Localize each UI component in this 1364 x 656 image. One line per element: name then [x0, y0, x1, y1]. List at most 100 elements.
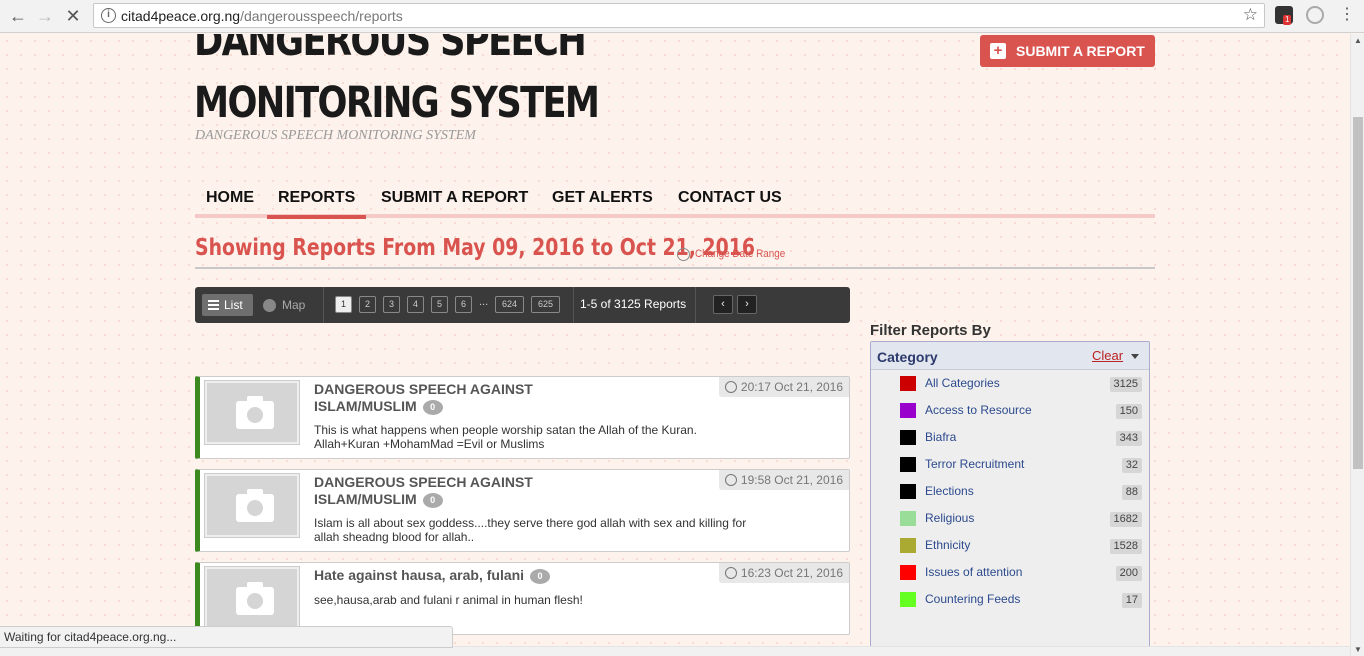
category-count: 200	[1115, 566, 1142, 581]
nav-reports[interactable]: REPORTS	[267, 188, 367, 219]
date-range-heading: Showing Reports From May 09, 2016 to Oct…	[195, 235, 755, 261]
map-view-button[interactable]: Map	[261, 294, 305, 316]
report-title[interactable]: DANGEROUS SPEECH AGAINST ISLAM/MUSLIM 0	[314, 381, 544, 415]
page-link-6[interactable]: 6	[455, 296, 472, 313]
nav-submit-report[interactable]: SUBMIT A REPORT	[381, 188, 528, 218]
category-count: 1528	[1109, 539, 1142, 554]
category-item[interactable]: Access to Resource 150	[900, 401, 1145, 421]
clear-filter-link[interactable]: Clear	[1092, 348, 1123, 363]
category-swatch	[900, 484, 916, 499]
address-url[interactable]: citad4peace.org.ng/dangerousspeech/repor…	[121, 8, 403, 24]
report-description: This is what happens when people worship…	[314, 423, 697, 451]
plus-icon: +	[990, 43, 1006, 59]
report-description: see,hausa,arab and fulani r animal in hu…	[314, 593, 583, 607]
category-item[interactable]: Religious 1682	[900, 509, 1145, 529]
menu-icon[interactable]: ⋮	[1338, 6, 1356, 24]
browser-toolbar: ← → ✕ i citad4peace.org.ng/dangerousspee…	[0, 0, 1364, 33]
category-name: Religious	[925, 511, 975, 525]
reports-toolbar: List Map 1 2 3 4 5 6 ... 624 625 1-5 of …	[195, 287, 850, 323]
camera-icon	[236, 396, 274, 429]
back-arrow-icon[interactable]: ←	[6, 5, 30, 27]
page-link-5[interactable]: 5	[431, 296, 448, 313]
category-name: Issues of attention	[925, 565, 1023, 579]
comment-bubble-icon: 0	[530, 568, 551, 584]
report-thumbnail	[204, 566, 300, 631]
bookmark-star-icon[interactable]: ☆	[1243, 5, 1258, 25]
report-item[interactable]: DANGEROUS SPEECH AGAINST ISLAM/MUSLIM 0 2…	[195, 376, 850, 459]
prev-page-button[interactable]: ‹	[713, 295, 733, 314]
category-name: Countering Feeds	[925, 592, 1021, 606]
list-view-button[interactable]: List	[202, 294, 253, 316]
page-link-3[interactable]: 3	[383, 296, 400, 313]
chevron-down-icon[interactable]	[1131, 354, 1139, 359]
nav-home[interactable]: HOME	[206, 188, 254, 218]
page-link-1[interactable]: 1	[335, 296, 352, 313]
category-label: Category	[877, 349, 938, 365]
filter-heading: Filter Reports By	[870, 322, 991, 339]
scroll-up-icon[interactable]: ▲	[1354, 36, 1362, 45]
category-swatch	[900, 457, 916, 472]
clock-icon	[724, 474, 737, 486]
category-swatch	[900, 511, 916, 526]
vertical-scrollbar[interactable]: ▲ ▼	[1350, 34, 1364, 656]
scrollbar-thumb[interactable]	[1353, 117, 1363, 469]
report-item[interactable]: DANGEROUS SPEECH AGAINST ISLAM/MUSLIM 0 1…	[195, 469, 850, 552]
change-date-range-link[interactable]: Change Date Range	[695, 248, 785, 260]
report-date: 19:58 Oct 21, 2016	[718, 470, 849, 490]
status-bar: Waiting for citad4peace.org.ng...	[0, 626, 453, 648]
report-count: 1-5 of 3125 Reports	[580, 297, 687, 311]
date-range-header: Showing Reports From May 09, 2016 to Oct…	[195, 235, 1155, 269]
category-count: 32	[1121, 458, 1142, 473]
camera-icon	[236, 489, 274, 522]
report-description: Islam is all about sex goddess....they s…	[314, 516, 747, 544]
category-item[interactable]: Ethnicity 1528	[900, 536, 1145, 556]
stop-loading-icon[interactable]: ✕	[61, 5, 85, 27]
report-item[interactable]: Hate against hausa, arab, fulani 0 16:23 …	[195, 562, 850, 635]
category-item[interactable]: Issues of attention 200	[900, 563, 1145, 583]
address-bar[interactable]: i citad4peace.org.ng/dangerousspeech/rep…	[93, 3, 1265, 28]
category-count: 88	[1121, 485, 1142, 500]
clock-icon	[724, 381, 737, 393]
category-filter-panel: Category Clear All Categories 3125 Access…	[870, 341, 1150, 656]
submit-report-label: SUBMIT A REPORT	[1016, 43, 1145, 59]
nav-get-alerts[interactable]: GET ALERTS	[552, 188, 653, 218]
category-item[interactable]: All Categories 3125	[900, 374, 1145, 394]
info-icon[interactable]: i	[101, 8, 116, 23]
page-link-4[interactable]: 4	[407, 296, 424, 313]
category-name: Elections	[925, 484, 974, 498]
scroll-down-icon[interactable]: ▼	[1354, 645, 1362, 654]
category-item[interactable]: Elections 88	[900, 482, 1145, 502]
report-title[interactable]: Hate against hausa, arab, fulani 0	[314, 567, 614, 584]
category-count: 3125	[1109, 377, 1142, 392]
category-item[interactable]: Countering Feeds 17	[900, 590, 1145, 610]
list-icon	[208, 300, 219, 310]
page-link-625[interactable]: 625	[531, 296, 560, 313]
list-view-label: List	[224, 298, 243, 312]
forward-arrow-icon[interactable]: →	[33, 5, 57, 27]
report-thumbnail	[204, 380, 300, 445]
category-item[interactable]: Biafra 343	[900, 428, 1145, 448]
report-thumbnail	[204, 473, 300, 538]
next-page-button[interactable]: ›	[737, 295, 757, 314]
category-name: Biafra	[925, 430, 957, 444]
category-item[interactable]: Terror Recruitment 32	[900, 455, 1145, 475]
category-count: 150	[1115, 404, 1142, 419]
nav-contact-us[interactable]: CONTACT US	[678, 188, 782, 218]
category-count: 17	[1121, 593, 1142, 608]
report-date-text: 16:23 Oct 21, 2016	[740, 566, 843, 580]
toolbar-divider	[573, 287, 574, 323]
category-name: Access to Resource	[925, 403, 1032, 417]
report-title[interactable]: DANGEROUS SPEECH AGAINST ISLAM/MUSLIM 0	[314, 474, 544, 508]
page-link-624[interactable]: 624	[495, 296, 524, 313]
extension-icon[interactable]: 1	[1275, 6, 1293, 25]
submit-report-button[interactable]: + SUBMIT A REPORT	[980, 35, 1155, 67]
category-name: All Categories	[925, 376, 1000, 390]
page-link-2[interactable]: 2	[359, 296, 376, 313]
report-date: 20:17 Oct 21, 2016	[718, 377, 849, 397]
report-title-text: Hate against hausa, arab, fulani	[314, 567, 525, 583]
skype-icon[interactable]	[1306, 6, 1324, 24]
clock-icon	[724, 567, 737, 579]
category-filter-header[interactable]: Category Clear	[871, 342, 1149, 370]
toolbar-divider	[323, 287, 324, 323]
report-date: 16:23 Oct 21, 2016	[718, 563, 849, 583]
